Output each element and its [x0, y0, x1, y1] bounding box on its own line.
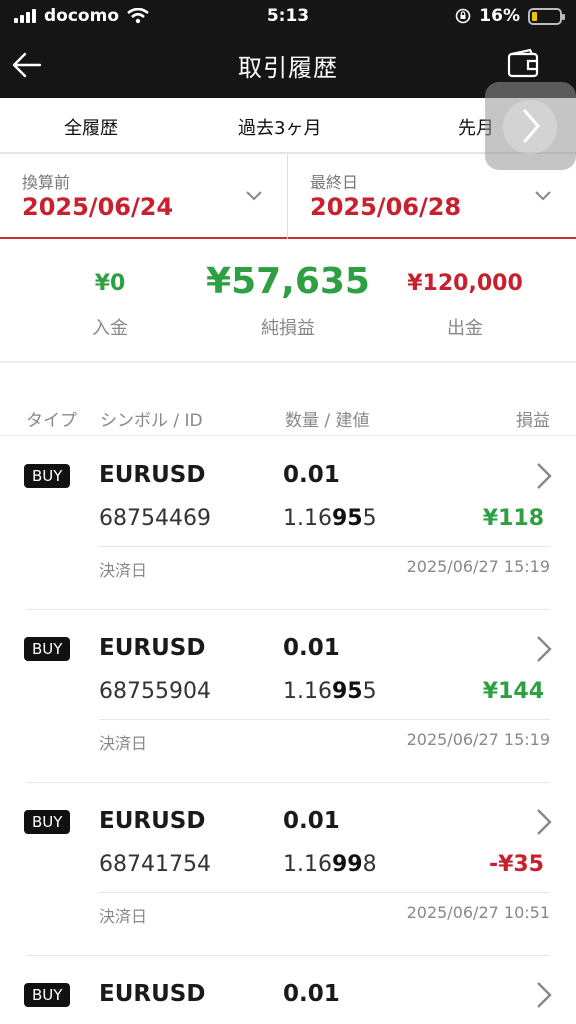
app-header: docomo 5:13 16% 取引履歴 — [0, 0, 576, 98]
start-date-label: 換算前 — [22, 173, 71, 192]
trade-symbol: EURUSD — [99, 808, 206, 834]
tab-past-3-months[interactable]: 過去3ヶ月 — [238, 114, 321, 140]
page-title: 取引履歴 — [238, 54, 338, 82]
trade-price: 1.16955 — [283, 679, 377, 704]
end-date-select[interactable]: 最終日 2025/06/28 — [288, 155, 576, 239]
trade-row[interactable]: BUY EURUSD 0.01 68754469 1.16955 ¥118 決済… — [0, 436, 576, 610]
status-bar: docomo 5:13 16% — [0, 0, 576, 34]
chevron-right-icon[interactable] — [536, 635, 552, 663]
trade-id: 68741754 — [99, 852, 211, 877]
settle-time: 2025/06/27 15:19 — [406, 557, 550, 576]
net-pnl-amount: ¥57,635 — [206, 261, 370, 302]
deposit-label: 入金 — [92, 318, 128, 339]
settle-label: 決済日 — [99, 561, 148, 580]
withdraw-label: 出金 — [447, 318, 483, 339]
settle-label: 決済日 — [99, 734, 148, 753]
trade-type-badge: BUY — [24, 810, 71, 834]
battery-icon — [528, 7, 565, 25]
chevron-right-icon[interactable] — [536, 462, 552, 490]
withdraw-summary: ¥120,000 出金 — [390, 271, 540, 340]
trade-pnl: ¥144 — [482, 679, 544, 704]
divider — [99, 892, 550, 893]
chevron-down-icon — [535, 191, 551, 201]
settle-time: 2025/06/27 15:19 — [406, 730, 550, 749]
trade-pnl: -¥35 — [488, 852, 544, 877]
trade-pnl: ¥118 — [482, 506, 544, 531]
withdraw-amount: ¥120,000 — [407, 271, 523, 296]
wallet-icon[interactable] — [506, 48, 540, 80]
settle-time: 2025/06/27 10:51 — [406, 903, 550, 922]
trade-type-badge: BUY — [24, 464, 71, 488]
settle-label: 決済日 — [99, 907, 148, 926]
table-header: タイプ シンボル / ID 数量 / 建値 損益 — [0, 398, 576, 436]
col-type: タイプ — [26, 411, 77, 431]
col-symbol: シンボル / ID — [100, 411, 203, 431]
trade-price: 1.16955 — [283, 506, 377, 531]
chevron-right-icon[interactable] — [536, 981, 552, 1009]
trade-row[interactable]: BUY EURUSD 0.01 68755904 1.16955 ¥144 決済… — [0, 609, 576, 783]
trade-qty: 0.01 — [283, 635, 340, 661]
trade-symbol: EURUSD — [99, 981, 206, 1007]
start-date-select[interactable]: 換算前 2025/06/24 — [0, 155, 288, 239]
net-pnl-label: 純損益 — [261, 318, 315, 339]
battery-percent: 16% — [479, 6, 520, 26]
col-qty: 数量 / 建値 — [285, 411, 370, 431]
trade-qty: 0.01 — [283, 808, 340, 834]
end-date-value: 2025/06/28 — [310, 193, 462, 221]
net-pnl-summary: ¥57,635 純損益 — [188, 261, 388, 340]
trade-row[interactable]: BUY EURUSD 0.01 — [0, 955, 576, 1024]
deposit-summary: ¥0 入金 — [60, 271, 160, 340]
trade-type-badge: BUY — [24, 983, 71, 1007]
trade-type-badge: BUY — [24, 637, 71, 661]
orientation-lock-icon — [455, 8, 471, 24]
trade-row[interactable]: BUY EURUSD 0.01 68741754 1.16998 -¥35 決済… — [0, 782, 576, 956]
divider — [99, 719, 550, 720]
trade-qty: 0.01 — [283, 462, 340, 488]
trade-symbol: EURUSD — [99, 635, 206, 661]
trade-symbol: EURUSD — [99, 462, 206, 488]
end-date-label: 最終日 — [310, 173, 359, 192]
trade-id: 68754469 — [99, 506, 211, 531]
divider — [99, 546, 550, 547]
chevron-down-icon — [246, 191, 262, 201]
chevron-right-icon[interactable] — [536, 808, 552, 836]
date-filter: 換算前 2025/06/24 最終日 2025/06/28 — [0, 155, 576, 239]
trade-qty: 0.01 — [283, 981, 340, 1007]
start-date-value: 2025/06/24 — [22, 193, 174, 221]
tab-all-history[interactable]: 全履歴 — [64, 114, 118, 140]
trade-price: 1.16998 — [283, 852, 377, 877]
trade-id: 68755904 — [99, 679, 211, 704]
summary-panel: ¥0 入金 ¥57,635 純損益 ¥120,000 出金 — [0, 241, 576, 363]
chevron-right-icon — [523, 109, 540, 143]
col-pnl: 損益 — [516, 411, 550, 431]
deposit-amount: ¥0 — [94, 271, 126, 296]
